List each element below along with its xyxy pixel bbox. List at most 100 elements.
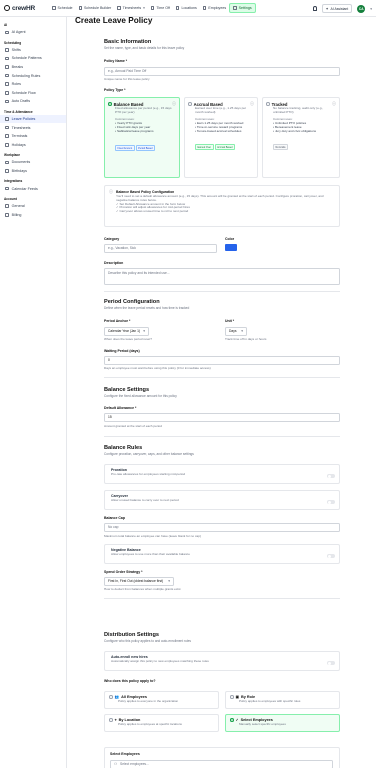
allowance-input[interactable]: 15 xyxy=(104,413,340,422)
sidebar-item-schedule-patterns[interactable]: Schedule Patterns xyxy=(0,54,66,63)
sidebar-item-label: Scheduling Rules xyxy=(11,73,41,78)
option-by-role[interactable]: ▣ By Role Policy applies to employees wit… xyxy=(225,691,340,709)
unit-select[interactable]: Days ▾ xyxy=(225,327,247,336)
chevron-down-icon: ▾ xyxy=(168,579,170,584)
balance-cap-input[interactable]: No cap xyxy=(104,523,340,532)
nav-locations[interactable]: Locations xyxy=(173,3,200,13)
negative-balance-toggle[interactable] xyxy=(327,554,335,559)
credit-card-icon xyxy=(5,213,9,217)
type-card-tracked[interactable]: Tracked ⓘ No balance tracking, audit only… xyxy=(262,97,340,178)
sidebar-section-account: Account xyxy=(4,196,17,201)
nav-employees[interactable]: Employees xyxy=(200,3,229,13)
sidebar-item-calendar-feeds[interactable]: Calendar Feeds xyxy=(0,184,66,193)
allowance-help: Amount granted at the start of each peri… xyxy=(104,424,162,428)
sidebar-item-ai-agent[interactable]: AI Agent xyxy=(0,28,66,37)
type-card-balance-based[interactable]: Balance Based ⓘ Fixed allowance per perio… xyxy=(104,97,180,178)
divider xyxy=(104,598,340,599)
app-logo[interactable]: crewHR xyxy=(4,5,40,12)
category-input[interactable]: e.g., Vacation, Sick xyxy=(104,244,217,253)
sidebar-item-holidays[interactable]: Holidays xyxy=(0,141,66,150)
avatar[interactable]: CA xyxy=(357,4,366,13)
divider xyxy=(104,436,340,437)
sidebar-item-label: AI Agent xyxy=(11,30,26,35)
bell-icon[interactable] xyxy=(312,6,317,11)
option-select-employees[interactable]: ✓ Select Employees Manually select specif… xyxy=(225,714,340,732)
sidebar-item-birthdays[interactable]: Birthdays xyxy=(0,167,66,176)
select-employees-input[interactable]: ⚇ Select employees... xyxy=(110,760,333,768)
list-item: • Jury duty and civic obligations xyxy=(273,128,317,133)
select-employees-panel: Select Employees ⚇ Select employees... xyxy=(104,747,340,768)
proration-row: Proration Pro-rate allowances for employ… xyxy=(104,464,340,484)
file-icon xyxy=(5,160,9,165)
nav-schedule[interactable]: Schedule xyxy=(49,3,76,13)
radio-icon xyxy=(266,102,270,106)
period-anchor-select[interactable]: Calendar Year (Jan 1) ▾ xyxy=(104,327,149,336)
sidebar-item-documents[interactable]: Documents xyxy=(0,158,66,167)
select-employees-placeholder: Select employees... xyxy=(120,762,149,767)
balance-cap-label: Balance Cap xyxy=(104,516,126,520)
select-value: First In, First Out (oldest balance firs… xyxy=(108,579,164,584)
sidebar-item-scheduling-rules[interactable]: Scheduling Rules xyxy=(0,71,66,80)
policy-name-label: Policy Name * xyxy=(104,59,128,63)
map-pin-icon: ⌖ xyxy=(114,718,117,722)
calendar-icon xyxy=(5,143,9,147)
list-item-text: Tenure-based accrual schedules xyxy=(196,128,242,133)
chevron-down-icon[interactable]: ▾ xyxy=(370,7,372,11)
clock-icon xyxy=(5,125,9,130)
ai-assistant-label: AI Assistant xyxy=(330,6,349,11)
section-title-period: Period Configuration xyxy=(104,299,160,305)
description-textarea[interactable]: Describe this policy and its intended us… xyxy=(104,268,340,285)
negative-balance-row: Negative Balance Allow employees to use … xyxy=(104,544,340,564)
auto-enroll-toggle[interactable] xyxy=(327,661,335,666)
color-label: Color xyxy=(225,237,235,241)
section-subtitle-rules: Configure proration, carryover, caps, an… xyxy=(104,452,194,456)
who-applies-label: Who does this policy apply to? xyxy=(104,679,156,683)
radio-icon xyxy=(108,102,112,106)
sidebar-item-label: Holidays xyxy=(11,142,26,147)
proration-desc: Pro-rate allowances for employees starti… xyxy=(111,472,186,476)
nav-schedule-builder[interactable]: Schedule Builder xyxy=(76,3,115,13)
sidebar-item-timesheets[interactable]: Timesheets xyxy=(0,123,66,132)
main-content: Create Leave Policy Basic Information Se… xyxy=(67,17,376,768)
document-icon xyxy=(5,117,9,121)
sidebar-item-general[interactable]: General xyxy=(0,202,66,211)
tag: Accrual Based xyxy=(214,144,235,151)
info-icon: ⓘ xyxy=(109,189,113,194)
top-right-actions: ✦ AI Assistant CA ▾ xyxy=(312,4,372,13)
sidebar-item-roles[interactable]: Roles xyxy=(0,80,66,89)
tag: Earned Over xyxy=(195,144,214,151)
sidebar-item-terminals[interactable]: Terminals xyxy=(0,132,66,141)
tag: No Limits xyxy=(273,144,288,151)
chevron-down-icon: ▾ xyxy=(143,329,145,334)
color-swatch[interactable] xyxy=(225,244,237,251)
sidebar-item-billing[interactable]: Billing xyxy=(0,211,66,220)
proration-toggle[interactable] xyxy=(327,474,335,479)
sidebar-item-label: Birthdays xyxy=(11,169,27,174)
policy-name-help: Unique name for this leave policy xyxy=(104,77,150,81)
sidebar-item-schedule-flow[interactable]: Schedule Flow xyxy=(0,89,66,98)
sidebar-item-leave-policies[interactable]: Leave Policies xyxy=(0,114,66,124)
plane-icon xyxy=(150,6,155,10)
divider xyxy=(104,377,340,378)
policy-name-input[interactable]: e.g., Annual Paid Time Off xyxy=(104,67,340,76)
terminal-icon xyxy=(5,134,9,139)
waiting-period-input[interactable]: 0 xyxy=(104,356,340,365)
sidebar-item-label: Leave Policies xyxy=(11,117,36,122)
nav-timesheets[interactable]: Timesheets ▾ xyxy=(114,3,148,13)
option-all-employees[interactable]: 👥 All Employees Policy applies to everyon… xyxy=(104,691,219,709)
sidebar-item-auto-drafts[interactable]: Auto Drafts xyxy=(0,97,66,106)
type-card-accrual-based[interactable]: Accrual Based ⓘ Earned over time (e.g., 1… xyxy=(184,97,258,178)
sidebar-item-shifts[interactable]: Shifts xyxy=(0,46,66,55)
sidebar-item-breaks[interactable]: Breaks xyxy=(0,63,66,72)
info-icon: ⓘ xyxy=(332,101,336,106)
ai-assistant-button[interactable]: ✦ AI Assistant xyxy=(321,4,353,13)
carryover-toggle[interactable] xyxy=(327,500,335,505)
nav-time-off[interactable]: Time Off xyxy=(148,3,173,13)
coffee-icon xyxy=(5,65,9,69)
nav-settings[interactable]: Settings xyxy=(229,3,256,13)
gear-icon xyxy=(233,6,237,10)
tag: Period Based xyxy=(135,145,155,152)
option-by-location[interactable]: ⌖ By Location Policy applies to employees… xyxy=(104,714,219,732)
spend-order-select[interactable]: First In, First Out (oldest balance firs… xyxy=(104,577,174,586)
carryover-row: Carryover Allow unused balance to carry … xyxy=(104,490,340,510)
